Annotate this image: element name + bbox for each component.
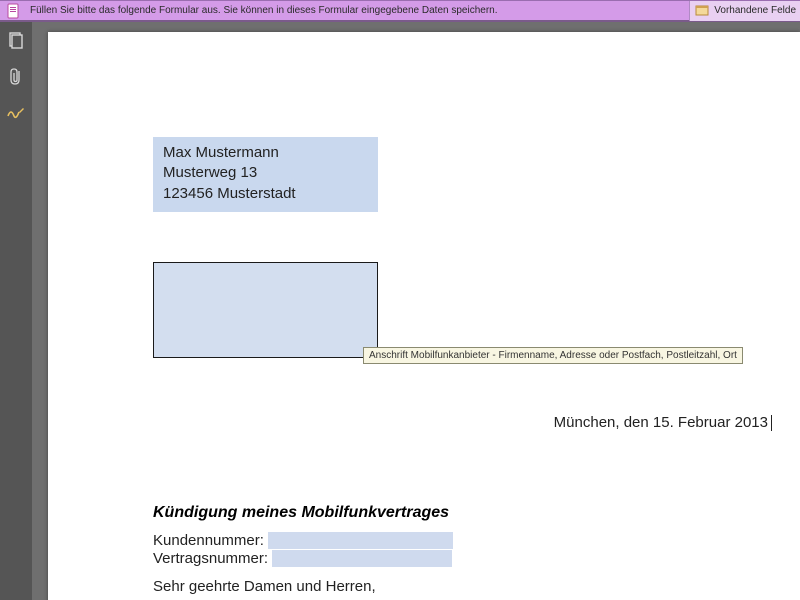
form-info-message: Füllen Sie bitte das folgende Formular a… <box>28 5 689 16</box>
contract-number-label: Vertragsnummer: <box>153 550 268 567</box>
signature-icon[interactable] <box>5 102 27 124</box>
highlight-icon <box>694 3 710 19</box>
text-caret <box>771 415 772 431</box>
left-sidebar <box>0 22 32 600</box>
contract-number-field[interactable] <box>272 550 452 567</box>
highlight-fields-label: Vorhandene Felde <box>714 5 796 16</box>
customer-number-label: Kundennummer: <box>153 532 264 549</box>
form-info-bar: Füllen Sie bitte das folgende Formular a… <box>0 0 800 22</box>
salutation-text: Sehr geehrte Damen und Herren, <box>153 578 376 595</box>
sender-city: 123456 Musterstadt <box>163 184 368 204</box>
highlight-fields-button[interactable]: Vorhandene Felde <box>689 1 800 21</box>
date-line[interactable]: München, den 15. Februar 2013 <box>554 414 772 431</box>
form-document-icon <box>4 1 24 21</box>
sender-street: Musterweg 13 <box>163 163 368 183</box>
document-page: Max Mustermann Musterweg 13 123456 Muste… <box>48 32 800 600</box>
subject-line: Kündigung meines Mobilfunkvertrages <box>153 504 449 522</box>
contract-number-row: Vertragsnummer: <box>153 550 452 567</box>
sender-address-field[interactable]: Max Mustermann Musterweg 13 123456 Muste… <box>153 137 378 212</box>
paperclip-icon[interactable] <box>5 66 27 88</box>
date-text: München, den 15. Februar 2013 <box>554 414 768 431</box>
customer-number-row: Kundennummer: <box>153 532 453 549</box>
recipient-address-field[interactable] <box>153 262 378 358</box>
document-viewport: Max Mustermann Musterweg 13 123456 Muste… <box>32 22 800 600</box>
pages-icon[interactable] <box>5 30 27 52</box>
field-tooltip: Anschrift Mobilfunkanbieter - Firmenname… <box>363 347 743 364</box>
sender-name: Max Mustermann <box>163 143 368 163</box>
customer-number-field[interactable] <box>268 532 453 549</box>
